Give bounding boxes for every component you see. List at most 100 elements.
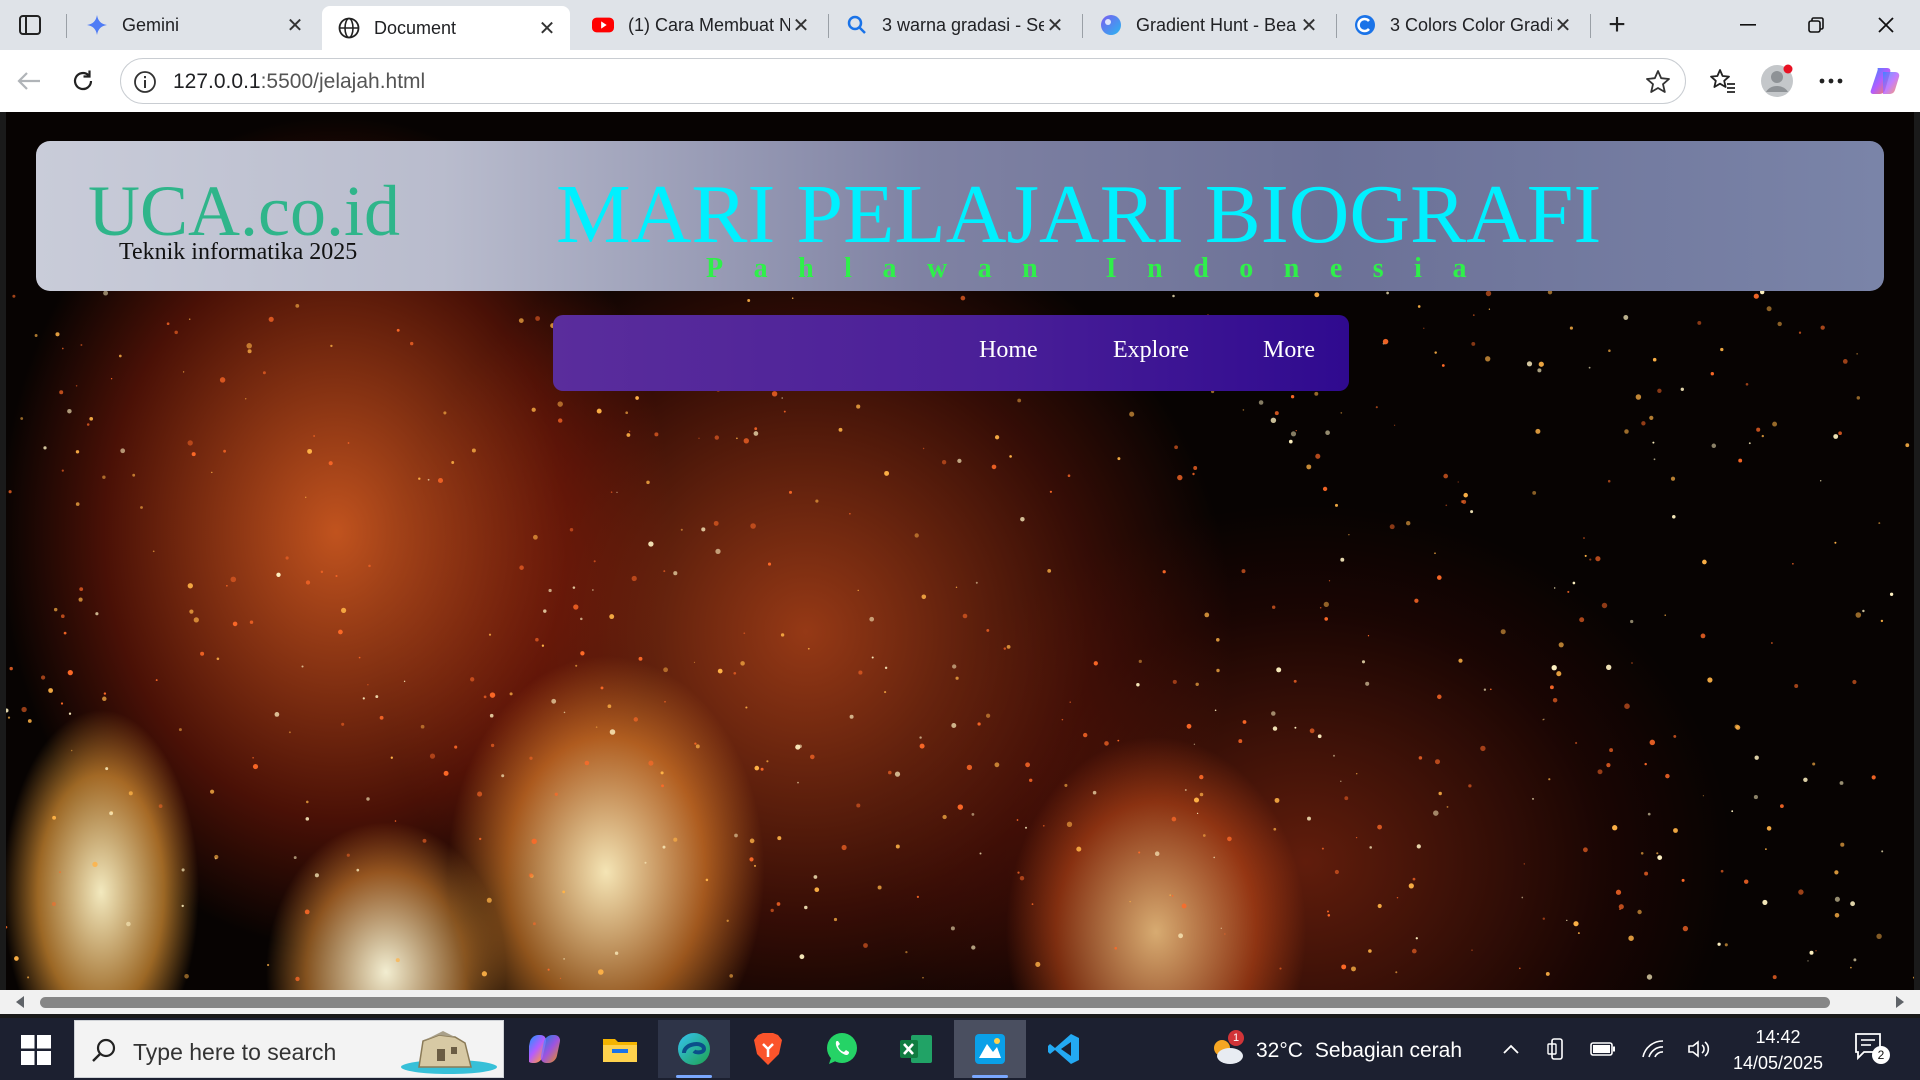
close-window-button[interactable]: [1866, 10, 1906, 40]
back-icon[interactable]: [12, 64, 46, 98]
close-tab-icon[interactable]: ✕: [536, 17, 558, 40]
ember-spark: [799, 954, 805, 960]
paint-app-icon[interactable]: [954, 1020, 1026, 1078]
vscode-icon[interactable]: [1028, 1020, 1100, 1078]
horizontal-scrollbar[interactable]: [0, 990, 1920, 1014]
ember-spark: [1415, 937, 1418, 940]
system-clock[interactable]: 14:42 14/05/2025: [1730, 1024, 1826, 1076]
close-tab-icon[interactable]: ✕: [1552, 14, 1574, 37]
file-explorer-icon[interactable]: [584, 1020, 656, 1078]
tab-document[interactable]: Document ✕: [322, 6, 570, 50]
ember-spark: [1609, 748, 1614, 753]
ember-spark: [1697, 320, 1702, 325]
tab-search[interactable]: 3 warna gradasi - Se ✕: [830, 6, 1078, 44]
ember-spark: [1852, 679, 1857, 685]
ember-spark: [1612, 825, 1618, 831]
site-info-icon[interactable]: [133, 70, 157, 94]
ember-spark: [1272, 726, 1278, 731]
ember-spark: [394, 820, 397, 822]
ember-spark: [1644, 871, 1649, 876]
ember-spark: [580, 651, 585, 656]
favorites-icon[interactable]: [1706, 64, 1740, 98]
page-viewport: UCA.co.id Teknik informatika 2025 MARI P…: [6, 112, 1914, 990]
close-tab-icon[interactable]: ✕: [1044, 14, 1066, 37]
reload-icon[interactable]: [66, 64, 100, 98]
weather-widget[interactable]: 1 32°C Sebagian cerah: [1208, 1030, 1462, 1068]
ember-spark: [942, 814, 947, 820]
ember-spark: [48, 688, 53, 693]
taskbar-search-box[interactable]: Type here to search: [74, 1020, 504, 1078]
new-tab-button[interactable]: +: [1602, 8, 1632, 41]
ember-spark: [771, 391, 778, 397]
tab-gemini[interactable]: Gemini ✕: [70, 6, 318, 44]
nav-more-link[interactable]: More: [1263, 337, 1315, 364]
tab-colors[interactable]: 3 Colors Color Gradi ✕: [1338, 6, 1586, 44]
tab-youtube[interactable]: (1) Cara Membuat N ✕: [576, 6, 824, 44]
minimize-button[interactable]: [1728, 10, 1768, 40]
ember-spark: [1640, 852, 1644, 855]
ember-spark: [486, 897, 492, 903]
ember-spark: [1276, 667, 1282, 673]
brand-logo-text[interactable]: UCA.co.id: [88, 175, 400, 247]
ember-spark: [614, 951, 619, 955]
ember-spark: [838, 427, 843, 432]
ember-spark: [1328, 580, 1331, 582]
ember-spark: [532, 922, 536, 926]
ember-spark: [191, 452, 196, 457]
brave-browser-icon[interactable]: [732, 1020, 804, 1078]
phone-link-icon[interactable]: [1544, 1036, 1570, 1062]
wifi-icon[interactable]: [1640, 1036, 1666, 1062]
ember-spark: [306, 800, 309, 804]
close-tab-icon[interactable]: ✕: [790, 14, 812, 37]
ember-spark: [1395, 971, 1398, 974]
ember-spark: [266, 963, 270, 967]
nav-explore-link[interactable]: Explore: [1113, 337, 1189, 364]
ember-spark: [105, 767, 109, 771]
excel-icon[interactable]: [880, 1020, 952, 1078]
ember-spark: [743, 632, 746, 635]
ember-spark: [781, 397, 783, 399]
copilot-app-icon[interactable]: [510, 1020, 582, 1078]
ember-spark: [888, 770, 892, 775]
tab-actions-icon[interactable]: [12, 12, 48, 38]
show-hidden-icons-chevron-icon[interactable]: [1498, 1036, 1524, 1062]
profile-avatar[interactable]: [1760, 64, 1794, 98]
ember-spark: [307, 448, 313, 454]
ember-spark: [535, 637, 539, 642]
favorite-star-icon[interactable]: [1645, 69, 1671, 95]
whatsapp-icon[interactable]: [806, 1020, 878, 1078]
search-highlight-illustration-icon[interactable]: [393, 1027, 497, 1075]
notification-center-icon[interactable]: 2: [1854, 1032, 1890, 1066]
nav-home-link[interactable]: Home: [979, 337, 1038, 364]
ember-spark: [1274, 411, 1279, 416]
copilot-icon[interactable]: [1868, 64, 1902, 98]
url-text[interactable]: 127.0.0.1:5500/jelajah.html: [173, 70, 425, 94]
close-tab-icon[interactable]: ✕: [1298, 14, 1320, 37]
ember-spark: [1154, 851, 1160, 856]
close-tab-icon[interactable]: ✕: [284, 14, 306, 37]
tab-gradient-hunt[interactable]: Gradient Hunt - Bea ✕: [1084, 6, 1332, 44]
ember-spark: [1834, 541, 1837, 544]
clock-time: 14:42: [1755, 1027, 1801, 1047]
scrollbar-thumb[interactable]: [40, 997, 1830, 1008]
more-options-icon[interactable]: [1814, 64, 1848, 98]
scroll-right-icon[interactable]: [1896, 996, 1904, 1008]
restore-button[interactable]: [1796, 10, 1836, 40]
edge-browser-icon[interactable]: [658, 1020, 730, 1078]
ember-spark: [1912, 976, 1914, 979]
battery-icon[interactable]: [1590, 1036, 1616, 1062]
ember-spark: [1393, 424, 1396, 426]
ember-spark: [305, 817, 310, 821]
windows-start-icon[interactable]: [14, 1032, 58, 1068]
ember-spark: [320, 570, 324, 574]
ember-spark: [1554, 587, 1556, 589]
ember-spark: [1327, 910, 1329, 913]
address-bar[interactable]: 127.0.0.1:5500/jelajah.html: [120, 58, 1686, 104]
youtube-icon: [592, 14, 614, 36]
ember-spark: [1172, 679, 1177, 684]
scroll-left-icon[interactable]: [16, 996, 24, 1008]
ember-spark: [471, 448, 476, 453]
volume-icon[interactable]: [1686, 1036, 1712, 1062]
ember-spark: [1196, 812, 1199, 815]
ember-spark: [1031, 903, 1034, 905]
